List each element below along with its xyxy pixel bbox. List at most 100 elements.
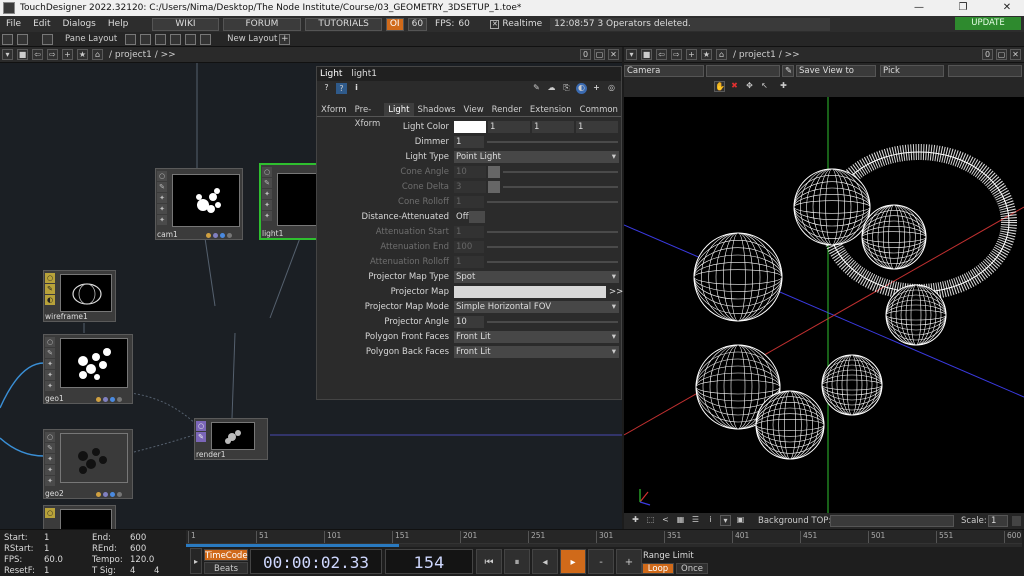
node-render-icon[interactable]: ✦ bbox=[262, 200, 272, 210]
node-label[interactable]: geo1 bbox=[45, 394, 64, 403]
add-param-icon[interactable]: + bbox=[591, 83, 602, 94]
light-color-r[interactable]: 1 bbox=[488, 121, 530, 133]
node-render-icon[interactable]: ✦ bbox=[45, 370, 55, 380]
timecode-button[interactable]: TimeCode bbox=[204, 549, 248, 561]
tutorials-button[interactable]: TUTORIALS bbox=[305, 17, 382, 31]
select-arrow-icon[interactable]: ✖ bbox=[729, 81, 740, 92]
node-lock-icon[interactable]: ✎ bbox=[45, 284, 55, 294]
tab-extension[interactable]: Extension bbox=[526, 103, 576, 116]
add-operator-icon[interactable]: + bbox=[62, 49, 73, 60]
node-geo2[interactable]: ○ ✎ ✦ ✦ ✦ geo2 bbox=[43, 429, 133, 499]
projector-map-type-menu[interactable]: Spot bbox=[454, 271, 619, 283]
light-type-menu[interactable]: Point Light bbox=[454, 151, 619, 163]
polygon-back-faces-menu[interactable]: Front Lit bbox=[454, 346, 619, 358]
layers-icon[interactable]: ☰ bbox=[690, 515, 701, 526]
node-display-icon[interactable]: ✦ bbox=[45, 454, 55, 464]
node-viewer-icon[interactable]: ✦ bbox=[45, 381, 55, 391]
network-path[interactable]: / project1 / >> bbox=[109, 50, 176, 60]
attenuation-start-slider[interactable] bbox=[487, 231, 618, 233]
layout-icon-2[interactable] bbox=[140, 33, 152, 45]
layout-icon-4[interactable] bbox=[170, 33, 182, 45]
node-display-icon[interactable]: ✦ bbox=[262, 189, 272, 199]
node-bypass-icon[interactable]: ○ bbox=[157, 171, 167, 181]
timecode-display[interactable]: 00:00:02.33 bbox=[250, 549, 382, 574]
camera-menu[interactable]: Camera bbox=[624, 65, 704, 77]
pane-expand-icon[interactable] bbox=[42, 33, 53, 45]
scale-slider[interactable] bbox=[1012, 516, 1021, 526]
layout-icon-1[interactable] bbox=[125, 33, 137, 45]
node-render-icon[interactable]: ✦ bbox=[157, 204, 167, 214]
python-help-icon[interactable]: ? bbox=[336, 83, 347, 94]
projector-map-more-button[interactable]: >> bbox=[607, 286, 623, 298]
menu-help[interactable]: Help bbox=[102, 19, 135, 29]
node-display-icon[interactable]: ◐ bbox=[45, 295, 55, 305]
info-icon[interactable]: i bbox=[705, 515, 716, 526]
tab-view[interactable]: View bbox=[459, 103, 487, 116]
menu-file[interactable]: File bbox=[0, 19, 27, 29]
node-bypass-icon[interactable]: ○ bbox=[45, 337, 55, 347]
grid-icon[interactable]: ▦ bbox=[675, 515, 686, 526]
stop-icon[interactable]: ■ bbox=[641, 49, 652, 60]
favorite-star-icon[interactable]: ★ bbox=[77, 49, 88, 60]
attenuation-end-value[interactable]: 100 bbox=[454, 241, 484, 253]
clipboard-icon[interactable]: ⎘ bbox=[561, 83, 572, 94]
info-icon[interactable]: i bbox=[351, 83, 362, 94]
pane-anchor-icon[interactable] bbox=[17, 33, 28, 45]
save-view-menu[interactable]: Save View to bbox=[796, 65, 876, 77]
node-bypass-icon[interactable]: ○ bbox=[45, 273, 55, 283]
network-maximize-icon[interactable]: ▢ bbox=[594, 49, 605, 60]
cone-angle-handle[interactable] bbox=[488, 166, 500, 178]
tab-pre-xform[interactable]: Pre-Xform bbox=[351, 103, 385, 129]
node-render1[interactable]: ○ ✎ render1 bbox=[194, 418, 268, 460]
node-label[interactable]: light1 bbox=[262, 229, 283, 238]
attenuation-start-value[interactable]: 1 bbox=[454, 226, 484, 238]
time-ruler[interactable]: 1 51 101 151 201 251 301 351 401 451 501 551 600 bbox=[186, 530, 1022, 544]
stop-icon[interactable]: ■ bbox=[17, 49, 28, 60]
tab-light[interactable]: Light bbox=[384, 103, 414, 116]
frame-display[interactable]: 154 bbox=[385, 549, 473, 574]
tab-render[interactable]: Render bbox=[488, 103, 526, 116]
add-icon[interactable]: ✚ bbox=[778, 81, 789, 92]
help-icon[interactable]: ? bbox=[321, 83, 332, 94]
node-viewer-icon[interactable]: ✦ bbox=[45, 476, 55, 486]
beats-button[interactable]: Beats bbox=[204, 562, 248, 574]
share-icon[interactable]: < bbox=[660, 515, 671, 526]
attenuation-end-slider[interactable] bbox=[487, 246, 618, 248]
comment-icon[interactable]: ☁ bbox=[546, 83, 557, 94]
step-plus-icon[interactable]: + bbox=[616, 549, 642, 574]
time-bar-track[interactable] bbox=[186, 544, 1022, 547]
polygon-front-faces-menu[interactable]: Front Lit bbox=[454, 331, 619, 343]
target-icon[interactable]: ◎ bbox=[606, 83, 617, 94]
node-lock-icon[interactable]: ✎ bbox=[45, 348, 55, 358]
attenuation-rolloff-value[interactable]: 1 bbox=[454, 256, 484, 268]
edit-icon[interactable]: ✎ bbox=[531, 83, 542, 94]
resetf-value[interactable]: 1 bbox=[44, 566, 49, 576]
pointer-icon[interactable]: ↖ bbox=[759, 81, 770, 92]
node-viewer-icon[interactable]: ✦ bbox=[157, 215, 167, 225]
node-wireframe1[interactable]: ○ ✎ ◐ wireframe1 bbox=[43, 270, 116, 322]
image-icon[interactable]: ▣ bbox=[735, 515, 746, 526]
light-color-b[interactable]: 1 bbox=[576, 121, 618, 133]
node-label[interactable]: cam1 bbox=[157, 230, 178, 239]
menu-edit[interactable]: Edit bbox=[27, 19, 56, 29]
cone-rolloff-slider[interactable] bbox=[487, 201, 618, 203]
background-top-field[interactable] bbox=[830, 515, 954, 527]
node-bypass-icon[interactable]: ○ bbox=[196, 421, 206, 431]
wiki-button[interactable]: WIKI bbox=[152, 17, 219, 31]
pane-menu-icon[interactable]: ▾ bbox=[626, 49, 637, 60]
layout-icon-6[interactable] bbox=[200, 33, 212, 45]
dropdown-icon[interactable]: ▾ bbox=[720, 515, 731, 526]
camera-icon[interactable]: ⬚ bbox=[645, 515, 656, 526]
pane-menu-icon[interactable]: ▾ bbox=[2, 49, 13, 60]
home-icon[interactable]: ⌂ bbox=[92, 49, 103, 60]
cone-delta-slider[interactable] bbox=[503, 186, 618, 188]
viewer-path[interactable]: / project1 / >> bbox=[733, 50, 800, 60]
transform-icon[interactable]: ✥ bbox=[744, 81, 755, 92]
back-icon[interactable]: ⇦ bbox=[32, 49, 43, 60]
pick-field[interactable] bbox=[948, 65, 1022, 77]
home-icon[interactable]: ⌂ bbox=[716, 49, 727, 60]
rewind-icon[interactable]: ⏮ bbox=[476, 549, 502, 574]
node-geo1[interactable]: ○ ✎ ✦ ✦ ✦ geo1 bbox=[43, 334, 133, 404]
grab-hand-icon[interactable]: ✋ bbox=[714, 81, 725, 92]
rstart-value[interactable]: 1 bbox=[44, 544, 49, 554]
